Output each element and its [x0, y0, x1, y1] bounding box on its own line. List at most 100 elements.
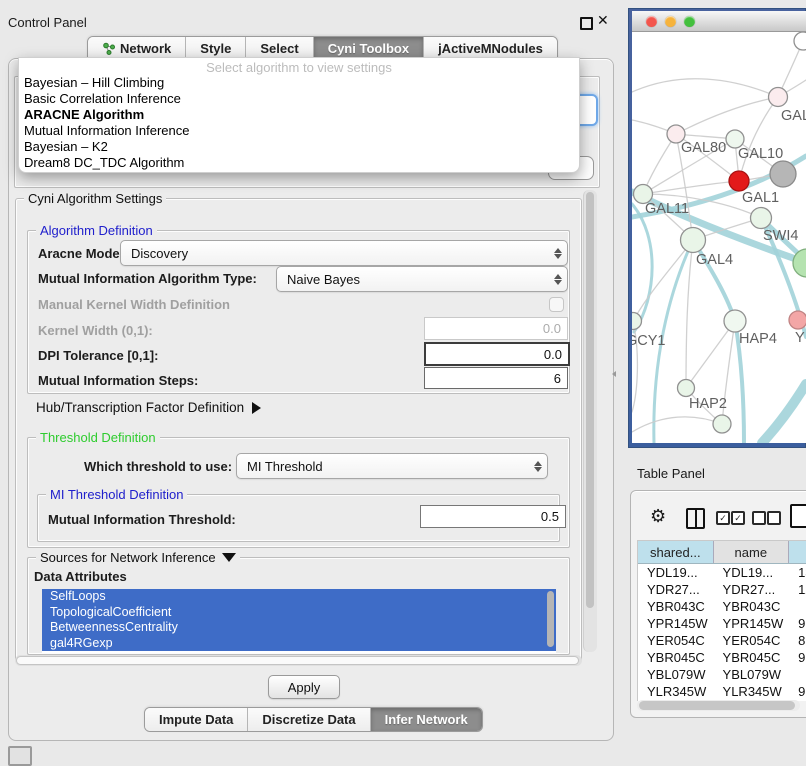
- attr-list-scrollbar[interactable]: [547, 591, 554, 647]
- data-attributes-list[interactable]: SelfLoopsTopologicalCoefficientBetweenne…: [42, 589, 556, 653]
- algorithm-option-basic-correlation-inference[interactable]: Basic Correlation Inference: [19, 91, 579, 107]
- minimize-traffic-light-icon[interactable]: [665, 16, 676, 27]
- which-threshold-value: MI Threshold: [237, 459, 529, 474]
- column-header-extra[interactable]: [789, 541, 806, 563]
- network-node-y[interactable]: [789, 311, 806, 329]
- table-hscrollbar-track[interactable]: [637, 700, 800, 711]
- zoom-traffic-light-icon[interactable]: [684, 16, 695, 27]
- table-row[interactable]: YPR145WYPR145W9.: [638, 615, 806, 632]
- attribute-item-gal4rgexp[interactable]: gal4RGexp: [42, 636, 556, 652]
- tab-label: Impute Data: [159, 712, 233, 727]
- network-node-gal[interactable]: [769, 88, 788, 107]
- algorithm-option-mutual-information-inference[interactable]: Mutual Information Inference: [19, 123, 579, 139]
- column-header-shared[interactable]: shared...: [638, 541, 714, 563]
- network-window-titlebar[interactable]: [632, 11, 806, 32]
- dock-icon[interactable]: [8, 746, 32, 766]
- bottom-tab-discretize-data[interactable]: Discretize Data: [248, 708, 370, 731]
- gear-icon[interactable]: ⚙: [650, 506, 666, 527]
- node-label: SWI4: [763, 228, 798, 244]
- dpi-tolerance-label: DPI Tolerance [0,1]:: [38, 348, 158, 363]
- table-row[interactable]: YBL079WYBL079W: [638, 666, 806, 683]
- document-icon[interactable]: [790, 504, 806, 528]
- settings-scrollbar-track[interactable]: [583, 190, 597, 652]
- table-cell: YBR045C: [714, 650, 790, 665]
- checked-checkbox-icon[interactable]: ✓: [716, 511, 730, 525]
- settings-hscrollbar-thumb[interactable]: [16, 656, 579, 665]
- network-node-hap2[interactable]: [678, 380, 695, 397]
- table-header-row: shared...name: [638, 541, 806, 564]
- network-node[interactable]: [770, 161, 796, 187]
- float-icon[interactable]: [580, 17, 593, 30]
- algorithm-placeholder: Select algorithm to view settings: [19, 58, 579, 75]
- mi-steps-field[interactable]: 6: [424, 367, 568, 389]
- network-edge: [632, 417, 722, 432]
- node-table[interactable]: shared...name YDL19...YDL19...13YDR27...…: [637, 540, 806, 701]
- algorithm-option-aracne-algorithm[interactable]: ARACNE Algorithm: [19, 107, 579, 123]
- table-row[interactable]: YER054CYER054C8.: [638, 632, 806, 649]
- table-cell: YER054C: [714, 633, 790, 648]
- control-panel-title: Control Panel: [8, 15, 87, 30]
- table-cell: YBL079W: [714, 667, 790, 682]
- bottom-tab-infer-network[interactable]: Infer Network: [371, 708, 482, 731]
- splitpane-divider[interactable]: [611, 369, 617, 378]
- node-label: GAL11: [645, 201, 689, 217]
- apply-button[interactable]: Apply: [268, 675, 340, 699]
- table-cell: 9.: [789, 616, 806, 631]
- kernel-width-field[interactable]: 0.0: [424, 317, 568, 340]
- network-canvas[interactable]: GALGAL80GAL10GAL1GAL11SWI4GAL4GCY1HAP4YH…: [632, 32, 806, 443]
- network-edge: [643, 134, 676, 194]
- tab-label: Cyni Toolbox: [328, 41, 409, 56]
- settings-hscrollbar-track[interactable]: [15, 655, 582, 666]
- network-node-gal1[interactable]: [729, 171, 749, 191]
- unchecked-checkbox-icon[interactable]: [752, 511, 766, 525]
- network-node-gal4[interactable]: [681, 228, 706, 253]
- table-panel-title: Table Panel: [637, 466, 705, 481]
- table-cell: YPR145W: [638, 616, 714, 631]
- network-node-hap4[interactable]: [724, 310, 746, 332]
- bottom-tab-impute-data[interactable]: Impute Data: [145, 708, 248, 731]
- tab-label: Discretize Data: [262, 712, 355, 727]
- checked-checkbox-icon[interactable]: ✓: [731, 511, 745, 525]
- which-threshold-label: Which threshold to use:: [84, 459, 232, 474]
- node-label: HAP2: [689, 396, 727, 412]
- network-node[interactable]: [713, 415, 731, 433]
- which-threshold-select[interactable]: MI Threshold: [236, 453, 548, 479]
- close-icon[interactable]: ✕: [597, 12, 609, 29]
- mi-type-select[interactable]: Naive Bayes: [276, 266, 568, 292]
- node-label: GCY1: [632, 333, 666, 349]
- table-cell: YLR345W: [638, 684, 714, 699]
- algorithm-option-dream8-dc-tdc-algorithm[interactable]: Dream8 DC_TDC Algorithm: [19, 155, 579, 171]
- settings-scrollbar-thumb[interactable]: [586, 192, 594, 608]
- dpi-tolerance-field[interactable]: 0.0: [424, 342, 570, 366]
- algorithm-option-bayesian-k2[interactable]: Bayesian – K2: [19, 139, 579, 155]
- table-row[interactable]: YBR045CYBR045C9.: [638, 649, 806, 666]
- sources-title[interactable]: Sources for Network Inference: [36, 550, 240, 565]
- table-row[interactable]: YBR043CYBR043C: [638, 598, 806, 615]
- aracne-mode-select[interactable]: Discovery: [120, 240, 568, 266]
- split-columns-icon[interactable]: [686, 508, 705, 529]
- attribute-item-selfloops[interactable]: SelfLoops: [42, 589, 556, 605]
- table-hscrollbar-thumb[interactable]: [639, 701, 795, 710]
- node-label: GAL1: [742, 190, 779, 206]
- attribute-item-betweennesscentrality[interactable]: BetweennessCentrality: [42, 620, 556, 636]
- column-header-name[interactable]: name: [714, 541, 790, 563]
- collapse-down-icon: [222, 553, 236, 562]
- network-node-gcy1[interactable]: [632, 313, 642, 330]
- network-node[interactable]: [794, 32, 806, 50]
- table-cell: YER054C: [638, 633, 714, 648]
- node-label: GAL10: [738, 146, 783, 162]
- manual-kernel-checkbox[interactable]: [549, 297, 564, 312]
- hub-section-toggle[interactable]: Hub/Transcription Factor Definition: [36, 400, 261, 415]
- table-row[interactable]: YDR27...YDR27...12: [638, 581, 806, 598]
- network-node-swi4[interactable]: [751, 208, 772, 229]
- table-cell: YBR045C: [638, 650, 714, 665]
- mi-threshold-group-title: MI Threshold Definition: [46, 487, 187, 502]
- node-label: HAP4: [739, 331, 777, 347]
- unchecked-checkbox-icon[interactable]: [767, 511, 781, 525]
- table-row[interactable]: YLR345WYLR345W9.: [638, 683, 806, 700]
- mi-threshold-field[interactable]: 0.5: [420, 505, 566, 528]
- algorithm-option-bayesian-hill-climbing[interactable]: Bayesian – Hill Climbing: [19, 75, 579, 91]
- attribute-item-topologicalcoefficient[interactable]: TopologicalCoefficient: [42, 605, 556, 621]
- close-traffic-light-icon[interactable]: [646, 16, 657, 27]
- table-row[interactable]: YDL19...YDL19...13: [638, 564, 806, 581]
